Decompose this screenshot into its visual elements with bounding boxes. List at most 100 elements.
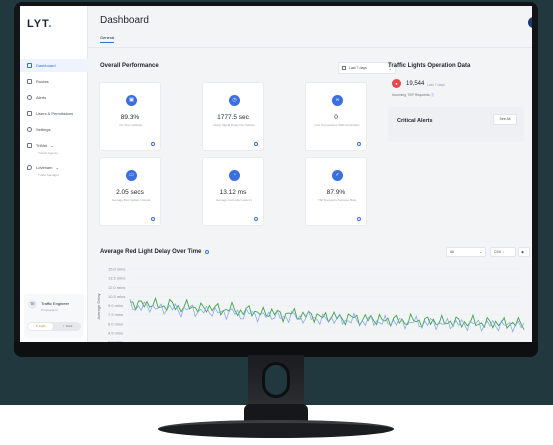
- calendar-icon: [342, 66, 346, 70]
- see-all-button[interactable]: See All: [493, 114, 517, 125]
- info-icon[interactable]: [357, 217, 361, 221]
- tsp-requests-period: Last 7 days: [427, 83, 445, 87]
- critical-alerts-panel: Critical Alerts See All: [388, 107, 524, 142]
- avatar: TE: [28, 300, 37, 309]
- bus-icon: ▣: [126, 95, 137, 106]
- building-icon: [27, 143, 32, 148]
- csv-label: CSV: [494, 250, 502, 254]
- grid-icon: [27, 63, 32, 68]
- metric-label: Average Controller Latency: [215, 198, 253, 202]
- y-tick-label: 7.5 mins: [108, 312, 123, 317]
- info-icon[interactable]: [205, 250, 209, 254]
- download-icon: ↓: [502, 250, 504, 254]
- metric-label: Lost Connections With Controllers: [314, 123, 360, 127]
- location-icon: [27, 165, 32, 170]
- metric-card-on-time: ▣ 89.3% On Time Vehicles: [99, 82, 161, 151]
- metric-card-controller-latency: ◔ 13.12 ms Average Controller Latency: [202, 157, 264, 226]
- metric-card-lost-connections: ∞ 0 Lost Connections With Controllers: [305, 82, 367, 151]
- help-icon[interactable]: ?: [528, 17, 532, 28]
- metric-value: 0: [334, 114, 338, 121]
- sidebar-item-label: Users & Permissions: [36, 111, 74, 116]
- header-divider: [88, 47, 532, 48]
- logo[interactable]: LYT.: [27, 18, 53, 30]
- monitor-neck-hole: [262, 362, 290, 398]
- metric-value: 13.12 ms: [219, 189, 247, 196]
- chevron-down-icon: ⌄: [50, 143, 54, 148]
- critical-alerts-title: Critical Alerts: [397, 118, 433, 124]
- sidebar-item-routes[interactable]: Routes: [20, 75, 88, 88]
- y-tick-label: 12.0 mins: [108, 285, 125, 290]
- route-icon: [27, 79, 32, 84]
- chevron-down-icon: ⌄: [55, 165, 59, 170]
- metric-value: 1777.5 sec: [217, 114, 249, 121]
- series-line-1: [129, 298, 525, 333]
- sidebar-item-label: Routes: [36, 79, 49, 84]
- tsp-requests-label-text: Incoming TSP Requests: [392, 93, 430, 97]
- info-icon[interactable]: [151, 142, 155, 146]
- sidebar-item-sub: Traffic Manager: [38, 173, 59, 177]
- sidebar-item-sub: Transit Agency: [38, 151, 58, 155]
- info-icon[interactable]: ⓘ: [431, 93, 435, 97]
- theme-toggle: ☀ Light ☾ Dark: [27, 322, 81, 331]
- metric-card-tsp-success: ✓ 87.9% TSP Requests Success Rate: [305, 157, 367, 226]
- metric-label: TSP Requests Success Rate: [317, 198, 357, 202]
- monitor-icon: ▭: [126, 170, 137, 181]
- metric-label: Delay Signal Delay Per Vehicle: [213, 123, 255, 127]
- user-box[interactable]: TE Traffic Engineer Professional ☀ Light…: [24, 294, 84, 338]
- alert-icon: [27, 95, 32, 100]
- y-tick-label: 9.0 mins: [108, 303, 123, 308]
- metric-card-signal-delay: ◷ 1777.5 sec Delay Signal Delay Per Vehi…: [202, 82, 264, 151]
- info-icon[interactable]: [254, 142, 258, 146]
- tsp-requests-label: Incoming TSP Requests ⓘ: [392, 93, 434, 98]
- chevron-down-icon: ⌄: [479, 250, 482, 254]
- sidebar-item-users[interactable]: Users & Permissions: [20, 107, 88, 120]
- screen: LYT. Dashboard Routes Alerts Users & Per…: [20, 6, 532, 342]
- delay-chart: 15.0 mins 13.5 mins 12.0 mins 10.5 mins 9.0 …: [96, 267, 525, 343]
- metric-card-bus-update: ▭ 2.05 secs Average Bus Update Interval: [99, 157, 161, 226]
- csv-download-button[interactable]: CSV ↓: [490, 247, 516, 257]
- theme-light-label: Light: [39, 324, 46, 328]
- theme-light-button[interactable]: ☀ Light: [28, 323, 53, 330]
- info-icon[interactable]: [254, 217, 258, 221]
- y-tick-label: 4.5 mins: [108, 330, 123, 335]
- link-icon: ∞: [332, 95, 343, 106]
- user-role: Professional: [41, 308, 58, 312]
- y-axis-label: Average Delay: [96, 293, 101, 319]
- clock-icon: ◷: [229, 95, 240, 106]
- eye-icon: ◉: [521, 250, 525, 254]
- sidebar-item-label: Alerts: [36, 95, 47, 100]
- sidebar: LYT. Dashboard Routes Alerts Users & Per…: [20, 6, 88, 342]
- chart-filter-label: All: [450, 250, 454, 254]
- users-icon: [27, 111, 32, 116]
- sidebar-item-alerts[interactable]: Alerts: [20, 91, 88, 104]
- monitor-foot: [158, 420, 394, 438]
- gear-icon: [27, 127, 32, 132]
- page-title: Dashboard: [100, 15, 149, 26]
- metric-value: 87.9%: [326, 189, 346, 196]
- check-icon: ✓: [332, 170, 343, 181]
- sidebar-item-settings[interactable]: Settings: [20, 123, 88, 136]
- tab-general[interactable]: General: [100, 35, 115, 43]
- sidebar-item-dashboard[interactable]: Dashboard: [20, 59, 88, 72]
- sidebar-item-label: TriMet: [36, 143, 48, 148]
- traffic-light-icon: ●: [392, 79, 401, 88]
- date-range-label: Last 7 days: [349, 66, 367, 70]
- sidebar-item-label: Loveham: [36, 165, 53, 170]
- sidebar-item-label: Dashboard: [36, 63, 56, 68]
- y-tick-label: 10.5 mins: [108, 294, 125, 299]
- metric-value: 89.3%: [120, 114, 140, 121]
- visibility-toggle[interactable]: ◉: [518, 247, 530, 257]
- info-icon[interactable]: [151, 217, 155, 221]
- metric-label: Average Bus Update Interval: [111, 198, 151, 202]
- logo-text: LYT: [27, 18, 49, 30]
- chart-title: Average Red Light Delay Over Time: [100, 249, 202, 255]
- y-tick-label: 15.0 mins: [108, 267, 125, 272]
- y-tick-label: 6.0 mins: [108, 321, 123, 326]
- y-tick-label: 13.5 mins: [108, 276, 125, 281]
- theme-dark-button[interactable]: ☾ Dark: [55, 323, 80, 330]
- y-tick-label: 3.0 mins: [108, 340, 123, 343]
- theme-dark-label: Dark: [66, 324, 73, 328]
- info-icon[interactable]: [357, 142, 361, 146]
- performance-title: Overall Performance: [100, 63, 159, 69]
- chart-filter-select[interactable]: All ⌄: [446, 247, 486, 257]
